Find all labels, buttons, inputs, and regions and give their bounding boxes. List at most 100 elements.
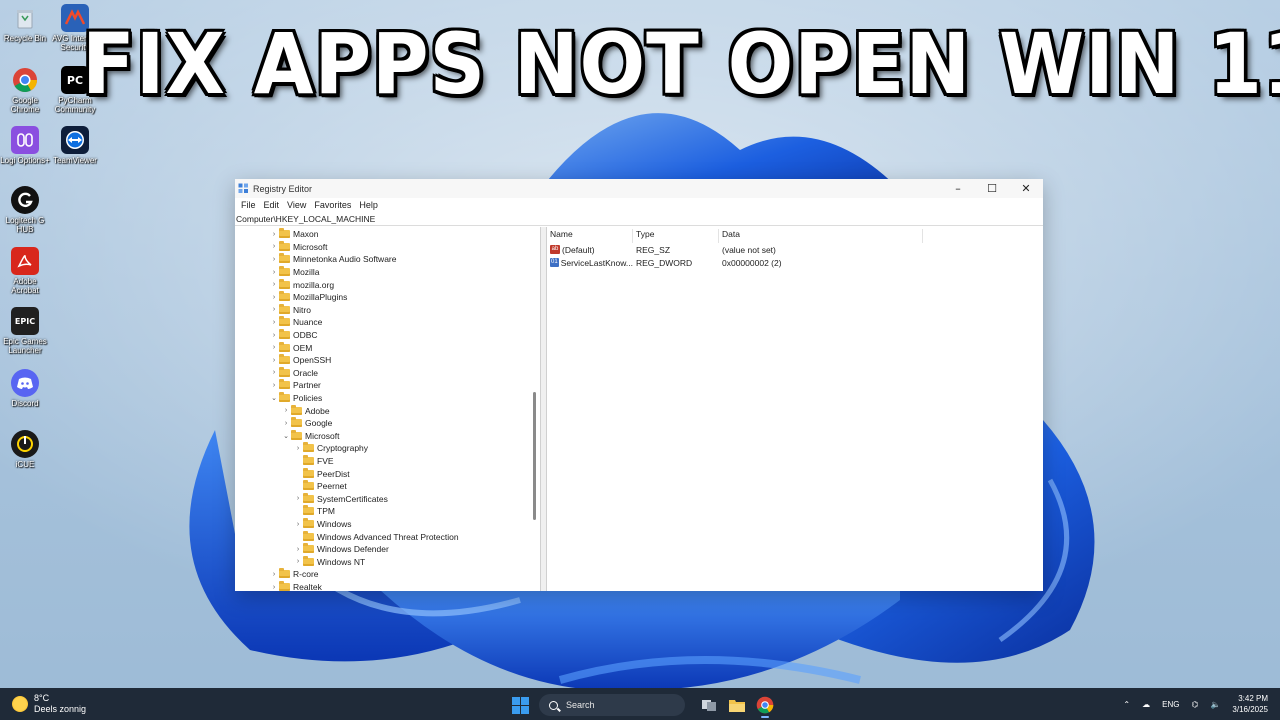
desktop-icon-logi-options[interactable]: Logi Options+ — [0, 126, 50, 165]
desktop-icon-epic-games[interactable]: EPIC Epic Games Launcher — [0, 307, 50, 355]
tree-key-row[interactable]: › Google — [281, 417, 332, 430]
clock[interactable]: 3:42 PM 3/16/2025 — [1232, 693, 1268, 715]
network-icon[interactable]: ⌬ — [1191, 700, 1198, 709]
tree-key-row[interactable]: › mozilla.org — [269, 278, 334, 291]
address-bar[interactable]: Computer\HKEY_LOCAL_MACHINE — [235, 212, 1043, 226]
expand-chevron-icon[interactable]: › — [269, 256, 279, 263]
expand-chevron-icon[interactable]: › — [269, 584, 279, 591]
tree-key-row[interactable]: › Adobe — [281, 404, 330, 417]
tree-key-row[interactable]: › Nuance — [269, 316, 322, 329]
tree-key-row[interactable]: Peernet — [293, 480, 347, 493]
menu-favorites[interactable]: Favorites — [310, 200, 355, 210]
taskbar-search[interactable]: Search — [539, 694, 685, 716]
values-pane[interactable]: Name Type Data ab (Default) REG_SZ (valu… — [547, 227, 1043, 591]
tree-key-row[interactable]: › ODBC — [269, 329, 318, 342]
tree-key-row[interactable]: PeerDist — [293, 467, 350, 480]
task-view-button[interactable] — [695, 692, 723, 718]
tree-key-row[interactable]: › MozillaPlugins — [269, 291, 347, 304]
file-explorer-button[interactable] — [723, 692, 751, 718]
desktop-icon-teamviewer[interactable]: TeamViewer — [50, 126, 100, 165]
tree-key-row[interactable]: TPM — [293, 505, 335, 518]
tree-key-row[interactable]: › Mozilla — [269, 266, 319, 279]
tree-key-row[interactable]: › Microsoft — [269, 240, 327, 254]
expand-chevron-icon[interactable]: › — [269, 231, 279, 238]
registry-value-row[interactable]: ab (Default) REG_SZ (value not set) — [547, 243, 919, 256]
tree-key-row[interactable]: › Windows — [293, 518, 351, 531]
desktop-icon-chrome[interactable]: Google Chrome — [0, 66, 50, 114]
weather-widget[interactable]: 8°C Deels zonnig — [12, 693, 86, 715]
language-indicator[interactable]: ENG — [1162, 700, 1179, 709]
close-button[interactable]: ✕ — [1009, 179, 1043, 198]
desktop-icon-recycle-bin[interactable]: Recycle Bin — [0, 4, 50, 43]
title-bar[interactable]: Registry Editor – ☐ ✕ — [235, 179, 1043, 198]
expand-chevron-icon[interactable]: › — [293, 521, 303, 528]
collapse-chevron-icon[interactable]: ⌄ — [281, 432, 291, 440]
expand-chevron-icon[interactable]: › — [269, 243, 279, 250]
tree-key-row[interactable]: › Cryptography — [293, 442, 368, 455]
tree-key-label: Google — [305, 418, 333, 429]
desktop-icon-icue[interactable]: iCUE — [0, 430, 50, 469]
tree-key-row[interactable]: › Windows NT — [293, 555, 366, 569]
registry-panes: › Maxon › Microsoft › Minnetonka Audio Softwa… — [235, 227, 1043, 591]
expand-chevron-icon[interactable]: › — [293, 495, 303, 502]
expand-chevron-icon[interactable]: › — [269, 306, 279, 313]
expand-chevron-icon[interactable]: › — [269, 344, 279, 351]
minimize-button[interactable]: – — [941, 179, 975, 198]
desktop-icon-label: Logi Options+ — [0, 156, 50, 165]
tree-key-row[interactable]: › Realtek — [269, 581, 322, 591]
menu-view[interactable]: View — [283, 200, 310, 210]
desktop-icon-logitech-ghub[interactable]: Logitech G HUB — [0, 186, 50, 234]
folder-icon — [303, 518, 314, 529]
tree-key-row[interactable]: FVE — [293, 455, 334, 468]
desktop-icon-discord[interactable]: Discord — [0, 369, 50, 408]
folder-icon — [279, 240, 290, 251]
expand-chevron-icon[interactable]: › — [281, 420, 291, 427]
column-header-data[interactable]: Data — [719, 229, 923, 243]
key-tree-pane[interactable]: › Maxon › Microsoft › Minnetonka Audio Softwa… — [235, 227, 541, 591]
tree-key-label: Realtek — [293, 582, 322, 591]
chrome-taskbar-button[interactable] — [751, 692, 779, 718]
tree-key-row[interactable]: › Oracle — [269, 366, 318, 380]
tree-key-row[interactable]: › SystemCertificates — [293, 492, 388, 506]
tree-key-label: SystemCertificates — [317, 493, 388, 504]
maximize-button[interactable]: ☐ — [975, 179, 1009, 198]
menu-file[interactable]: File — [237, 200, 260, 210]
expand-chevron-icon[interactable]: › — [269, 571, 279, 578]
registry-value-row[interactable]: 01 ServiceLastKnow... REG_DWORD 0x000000… — [547, 256, 919, 269]
volume-icon[interactable]: 🔈 — [1210, 700, 1220, 709]
tree-key-label: Windows NT — [317, 556, 366, 567]
desktop-icon-adobe-acrobat[interactable]: Adobe Acrobat — [0, 247, 50, 295]
expand-chevron-icon[interactable]: › — [269, 357, 279, 364]
expand-chevron-icon[interactable]: › — [269, 382, 279, 389]
expand-chevron-icon[interactable]: › — [293, 558, 303, 565]
tree-key-row[interactable]: › Windows Defender — [293, 543, 389, 556]
menu-edit[interactable]: Edit — [260, 200, 284, 210]
expand-chevron-icon[interactable]: › — [269, 319, 279, 326]
expand-chevron-icon[interactable]: › — [281, 407, 291, 414]
tree-key-row[interactable]: ⌄ Policies — [269, 392, 322, 405]
expand-chevron-icon[interactable]: › — [269, 332, 279, 339]
expand-chevron-icon[interactable]: › — [293, 546, 303, 553]
collapse-chevron-icon[interactable]: ⌄ — [269, 394, 279, 402]
onedrive-cloud-icon[interactable]: ☁ — [1142, 700, 1150, 709]
tree-key-row[interactable]: Windows Advanced Threat Protection — [293, 530, 459, 543]
tree-key-row[interactable]: ⌄ Microsoft — [281, 429, 339, 443]
expand-chevron-icon[interactable]: › — [269, 294, 279, 301]
tree-key-row[interactable]: › OpenSSH — [269, 354, 331, 367]
tree-key-row[interactable]: › OEM — [269, 341, 312, 354]
tree-key-row[interactable]: › Maxon — [269, 228, 319, 241]
column-header-type[interactable]: Type — [633, 229, 719, 243]
tree-key-row[interactable]: › R-core — [269, 568, 319, 581]
tree-key-row[interactable]: › Minnetonka Audio Software — [269, 253, 396, 266]
tree-scrollbar[interactable] — [533, 392, 536, 520]
start-button[interactable] — [509, 694, 531, 716]
tree-key-row[interactable]: › Nitro — [269, 303, 311, 317]
chevron-up-icon[interactable]: ⌃ — [1123, 700, 1130, 709]
menu-help[interactable]: Help — [355, 200, 382, 210]
expand-chevron-icon[interactable]: › — [269, 281, 279, 288]
expand-chevron-icon[interactable]: › — [269, 269, 279, 276]
tree-key-row[interactable]: › Partner — [269, 379, 321, 392]
expand-chevron-icon[interactable]: › — [269, 369, 279, 376]
column-header-name[interactable]: Name — [547, 229, 633, 243]
expand-chevron-icon[interactable]: › — [293, 445, 303, 452]
